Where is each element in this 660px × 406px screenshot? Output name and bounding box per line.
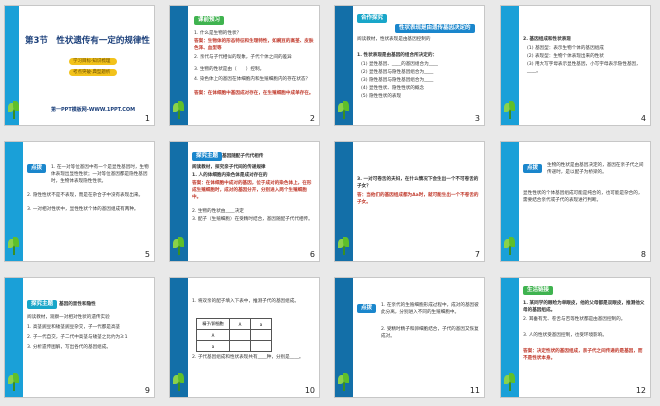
topic-heading: 性状表现是由遗传基因决定的 [395, 24, 475, 33]
table-row-header: A [196, 329, 230, 341]
slide-line: 3. 一对相对性状中，显性性状个体的基因组成有两种。 [27, 207, 139, 212]
slide-line: (1) 基因型：表示生物个体的基因组成 [527, 46, 604, 51]
slide-line: 3. 生物的性状是由（ ）控制。 [194, 67, 265, 72]
slide-line: 显性性状的个体基因组成可能是纯合的，也可能是杂合的，需要结合亲代或子代的表现进行… [523, 191, 643, 203]
slide-number: 12 [635, 386, 646, 395]
section-tag: 点拨 [27, 164, 47, 173]
slide-number: 2 [309, 114, 315, 123]
plant-icon [503, 101, 517, 119]
objectives-pill: 学习目标·知识梳理 [69, 58, 117, 65]
slide-line: 1. 在一对等位基因中有一个是显性基因时，生物体表现出显性性状；一对等位基因都是… [51, 165, 149, 184]
plant-icon [7, 237, 21, 255]
slide-thumbnail-4[interactable]: 2. 基因组成和性状表现 (1) 基因型：表示生物个体的基因组成 (2) 表现型… [500, 5, 651, 126]
slide-line: (2) 表现型：生物个体表现出来的性状 [527, 54, 604, 59]
slide-line: 2. 受精时精子和卵细胞结合，子代的基因又恢复成对。 [381, 327, 479, 339]
plant-icon [172, 373, 186, 391]
slide-thumbnail-5[interactable]: 点拨 1. 在一对等位基因中有一个是显性基因时，生物体表现出显性性状；一对等位基… [4, 141, 155, 262]
slide-thumbnail-9[interactable]: 探究主题 基因的显性和隐性 阅读教材，观察一对相对性状的遗传实验 1. 高茎豌豆… [4, 277, 155, 398]
plant-icon [337, 101, 351, 119]
slide-number: 4 [640, 114, 646, 123]
slide-thumbnail-7[interactable]: 3. 一对可卷舌的夫妇，在什么情况下会生出一个不可卷舌的子女？ 答：当他们的基因… [334, 141, 485, 262]
slide-line: 1. 高茎豌豆和矮茎豌豆杂交，子一代都是高茎 [27, 325, 121, 330]
plant-icon [503, 373, 517, 391]
slide-line: 答：当他们的基因组成都为Aa时，就可能生出一个不卷舌的子女。 [357, 193, 479, 205]
slide-thumbnail-10[interactable]: 1. 将双亲的配子填入下表中，推测子代的基因组成。 精子/卵细胞 Aa A a 2… [169, 277, 320, 398]
slide-thumbnail-2[interactable]: 课前预习 1. 什么是生物的性状？ 答案：生物体的形态特征和生理特性，如豌豆的高… [169, 5, 320, 126]
slide-number: 8 [640, 250, 646, 259]
plant-icon [7, 373, 21, 391]
slide-line: 2. 耳垂有无、卷舌与否等性状都是由基因控制的。 [523, 317, 626, 322]
slide-thumbnail-1[interactable]: 第3节 性状遗传有一定的规律性 学习目标·知识梳理 考点突破·典型题析 第一PP… [4, 5, 155, 126]
plant-icon [7, 101, 21, 119]
analysis-pill: 考点突破·典型题析 [69, 69, 117, 76]
slide-number: 10 [304, 386, 315, 395]
slide-line: 2. 子代基因组成和性状表现共有____种，分别是____。 [192, 355, 304, 360]
slide-line: (1) 显性基因、____的基因组合为____ [361, 62, 438, 67]
slide-line: (5) 隐性性状的表现 [361, 94, 402, 99]
slide-thumbnail-12[interactable]: 生活链接 1. 某同学的眼睑为单眼皮，他的父母都是双眼皮，推测他父母的基因组成。… [500, 277, 651, 398]
slide-line: 1. 性状表现是由基因的组合所决定的： [357, 53, 438, 58]
slide-line: 3. 人的性状受基因控制，也受环境影响。 [523, 333, 607, 338]
slide-number: 1 [144, 114, 150, 123]
slide-line: 2. 生物的性状由____决定 [192, 209, 244, 214]
section-tag: 探究主题 [192, 152, 223, 161]
slide-line: 4. 染色体上的基因在体细胞内和生殖细胞内的存在状态？ [194, 77, 311, 82]
table-header: A [229, 318, 251, 330]
slide-thumbnail-6[interactable]: 探究主题 基因随配子代代相传 阅读教材，探究亲子代间的传递规律 1. 人的体细胞… [169, 141, 320, 262]
slide-footer: 第一PPT模板网-WWW.1PPT.COM [51, 107, 136, 113]
plant-icon [503, 237, 517, 255]
slide-line: 阅读教材，探究亲子代间的传递规律 [192, 165, 266, 170]
slide-number: 5 [144, 250, 150, 259]
slide-line: 答案：在体细胞中基因成对存在，在生殖细胞中成单存在。 [194, 91, 314, 96]
slide-line: 2. 隐性性状不是不表现，而是在杂合子中没有表现出来。 [27, 193, 144, 198]
slide-line: 1. 将双亲的配子填入下表中，推测子代的基因组成。 [192, 299, 299, 304]
section-tag: 合作探究 [357, 14, 388, 23]
plant-icon [337, 237, 351, 255]
section-tag: 课前预习 [194, 16, 225, 25]
topic-heading: 基因的显性和隐性 [59, 302, 96, 307]
section-tag: 点拨 [523, 164, 543, 173]
slide-number: 6 [309, 250, 315, 259]
slide-line: 2. 基因组成和性状表现 [523, 37, 571, 42]
slide-line: 生物的性状是由基因决定的，基因在亲子代之间传递时，是以配子为桥梁的。 [547, 163, 644, 175]
table-corner: 精子/卵细胞 [196, 318, 230, 330]
slide-line: (3) 隐性基因与隐性基因组合为____ [361, 78, 434, 83]
slide-line: (3) 用大写字母表示显性基因，小写字母表示隐性基因，____。 [527, 62, 641, 74]
slide-line: 1. 人的体细胞内染色体是成对存在的 [192, 173, 268, 178]
section-tag: 生活链接 [523, 286, 554, 295]
slide-number: 7 [474, 250, 480, 259]
slide-title: 第3节 性状遗传有一定的规律性 [25, 36, 150, 46]
table-row-header: a [196, 340, 230, 352]
slide-thumbnail-11[interactable]: 点拨 1. 在亲代的生殖细胞形成过程中，成对的基因彼此分离，分别进入不同的生殖细… [334, 277, 485, 398]
slide-line: 2. 亲代与子代相似的现象，子代个体之间的差异 [194, 55, 292, 60]
slide-line: 答案：在体细胞中成对的基因，位于成对的染色体上，在形成生殖细胞时，成对的基因分开… [192, 181, 312, 200]
slide-thumbnail-8[interactable]: 点拨 生物的性状是由基因决定的，基因在亲子代之间传递时，是以配子为桥梁的。 显性… [500, 141, 651, 262]
section-tag: 点拨 [357, 304, 377, 313]
slide-thumbnail-3[interactable]: 合作探究 性状表现是由遗传基因决定的 阅读教材，性状表现是由基因控制的 1. 性… [334, 5, 485, 126]
slide-line: 3. 一对可卷舌的夫妇，在什么情况下会生出一个不可卷舌的子女？ [357, 177, 479, 189]
table-header: a [250, 318, 272, 330]
slide-line: 1. 在亲代的生殖细胞形成过程中，成对的基因彼此分离，分别进入不同的生殖细胞中。 [381, 303, 479, 315]
slide-line: 2. 子一代自交，子二代中高茎与矮茎之比约为3:1 [27, 335, 128, 340]
slide-line: 3. 分析遗传图解，写出各代的基因组成。 [27, 345, 111, 350]
slide-line: 1. 什么是生物的性状？ [194, 31, 242, 36]
topic-heading: 基因随配子代代相传 [222, 154, 264, 159]
plant-icon [172, 101, 186, 119]
slide-line: 答案：生物体的形态特征和生理特性，如豌豆的高茎、皮肤色泽、血型等 [194, 39, 314, 51]
slide-number: 3 [474, 114, 480, 123]
section-tag: 探究主题 [27, 300, 58, 309]
slide-line: 阅读教材，性状表现是由基因控制的 [357, 37, 431, 42]
slide-line: (2) 显性基因与隐性基因组合为____ [361, 70, 434, 75]
slide-line: (4) 显性性状、隐性性状的概念 [361, 86, 425, 91]
slide-line: 3. 配子（生殖细胞）在受精时结合，基因随配子代代相传。 [192, 217, 313, 222]
slide-line: 1. 某同学的眼睑为单眼皮，他的父母都是双眼皮，推测他父母的基因组成。 [523, 301, 645, 313]
plant-icon [172, 237, 186, 255]
slide-line: 阅读教材，观察一对相对性状的遗传实验 [27, 315, 110, 320]
slide-number: 9 [144, 386, 150, 395]
punnett-table: 精子/卵细胞 Aa A a [196, 318, 272, 352]
plant-icon [337, 373, 351, 391]
slide-number: 11 [469, 386, 480, 395]
slide-line: 答案：决定性状的基因组成，亲子代之间传递的是基因，而不是性状本身。 [523, 349, 643, 361]
